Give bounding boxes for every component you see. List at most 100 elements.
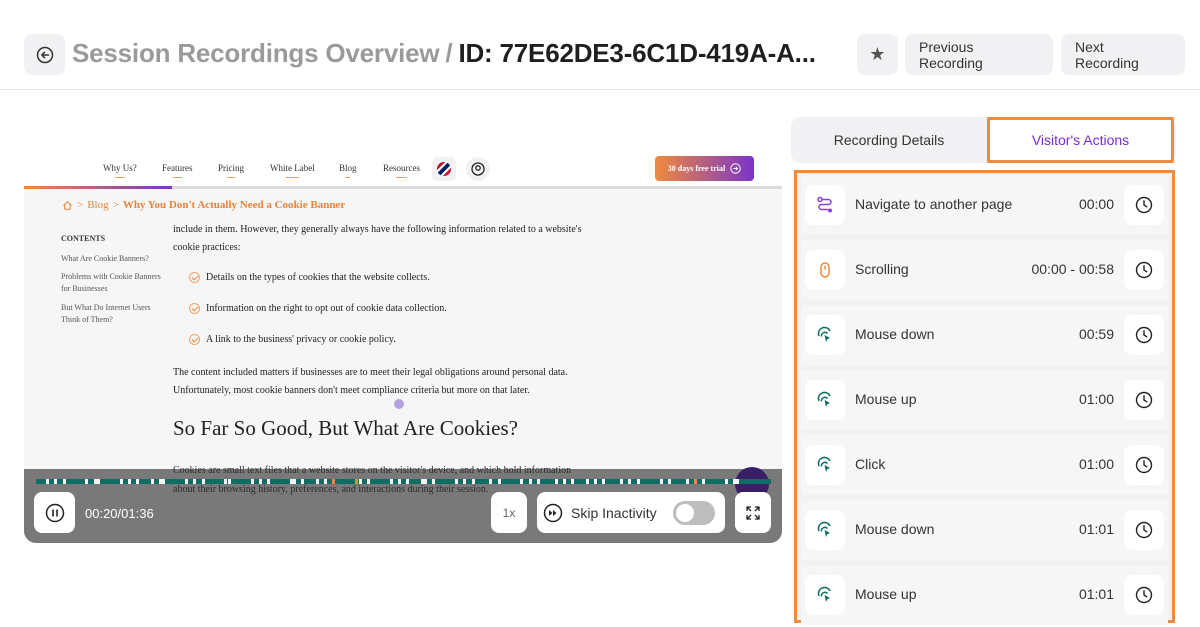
- back-button[interactable]: [24, 34, 65, 75]
- action-item[interactable]: Mouse up 01:01: [801, 565, 1168, 625]
- nav-item-blog[interactable]: Blog: [339, 163, 357, 178]
- action-time: 01:00: [1078, 456, 1114, 472]
- fullscreen-button[interactable]: [735, 492, 771, 533]
- article-intro: include in them. However, they generally…: [173, 224, 582, 253]
- nav-item-pricing[interactable]: Pricing: [218, 163, 244, 178]
- breadcrumb-overview[interactable]: Session Recordings Overview: [72, 38, 440, 68]
- article-bullet: Information on the right to opt out of c…: [189, 303, 447, 314]
- uk-flag-icon: [437, 162, 451, 176]
- article-bullet: Details on the types of cookies that the…: [189, 272, 430, 283]
- check-circle-icon: [189, 334, 200, 345]
- jump-to-time-button[interactable]: [1124, 510, 1164, 550]
- timeline-activity-tick: [151, 479, 154, 484]
- recording-id: ID: 77E62DE3-6C1D-419A-A...: [458, 38, 816, 68]
- clock-icon: [1135, 391, 1153, 409]
- action-item[interactable]: Mouse up 01:00: [801, 370, 1168, 430]
- language-flag-button[interactable]: [432, 157, 456, 181]
- page-title: Session Recordings Overview / ID: 77E62DE3…: [72, 38, 816, 69]
- article-paragraph: The content included matters if business…: [173, 367, 568, 396]
- free-trial-button[interactable]: 30 days free trial: [655, 156, 754, 181]
- action-icon-box: [805, 250, 845, 290]
- recorded-page-content: > Blog > Why You Don't Actually Need a C…: [24, 189, 782, 509]
- action-icon-box: [805, 575, 845, 615]
- timeline-activity-tick: [316, 479, 319, 484]
- timeline-activity-tick: [432, 479, 435, 484]
- timeline-activity-tick: [128, 479, 131, 484]
- playback-time: 00:20/01:36: [85, 506, 154, 521]
- arrow-left-circle-icon: [36, 46, 53, 63]
- action-item[interactable]: Scrolling 00:00 - 00:58: [801, 240, 1168, 300]
- timeline-activity-tick: [136, 479, 139, 484]
- player-controls: Cookies are small text files that a webs…: [24, 465, 782, 543]
- timeline-activity-tick: [725, 479, 728, 484]
- toggle-knob: [676, 504, 694, 522]
- timeline-activity-tick: [455, 479, 458, 484]
- timeline-activity-tick: [628, 479, 631, 484]
- timeline-activity-tick: [97, 479, 100, 484]
- action-name: Scrolling: [855, 261, 909, 277]
- check-circle-icon: [189, 272, 200, 283]
- breadcrumb-blog-link[interactable]: Blog: [87, 199, 108, 211]
- tab-recording-details[interactable]: Recording Details: [791, 117, 987, 163]
- timeline-activity-tick: [472, 479, 475, 484]
- toc-item[interactable]: But What Do Internet Users Think of Them…: [61, 302, 161, 326]
- nav-item-resources[interactable]: Resources: [383, 163, 420, 178]
- action-item[interactable]: Mouse down 01:01: [801, 500, 1168, 560]
- skip-inactivity-toggle[interactable]: [673, 501, 715, 525]
- clock-icon: [1135, 261, 1153, 279]
- timeline-activity-tick: [463, 479, 466, 484]
- skip-inactivity-label: Skip Inactivity: [571, 504, 657, 521]
- nav-item-why-us[interactable]: Why Us?: [103, 163, 137, 178]
- timeline-activity-tick: [489, 479, 492, 484]
- toc-item[interactable]: Problems with Cookie Banners for Busines…: [61, 271, 161, 295]
- breadcrumb-sep-1: >: [77, 199, 84, 211]
- timeline-activity-tick: [202, 479, 205, 484]
- recording-player: Why Us? Features Pricing White Label Blo…: [24, 145, 782, 543]
- action-item[interactable]: Click 01:00: [801, 435, 1168, 495]
- account-button[interactable]: [466, 157, 490, 181]
- timeline-activity-tick: [259, 479, 262, 484]
- article-bullet-text: Information on the right to opt out of c…: [206, 303, 447, 314]
- timeline-activity-tick: [637, 479, 640, 484]
- action-name: Mouse up: [855, 586, 917, 602]
- next-recording-button[interactable]: Next Recording: [1061, 34, 1185, 75]
- action-name: Click: [855, 456, 886, 472]
- nav-item-white-label[interactable]: White Label: [270, 163, 315, 178]
- timeline-activity-tick: [185, 479, 188, 484]
- previous-recording-button[interactable]: Previous Recording: [905, 34, 1053, 75]
- pause-button[interactable]: [34, 492, 75, 533]
- jump-to-time-button[interactable]: [1124, 575, 1164, 615]
- jump-to-time-button[interactable]: [1124, 315, 1164, 355]
- page-header: Session Recordings Overview / ID: 77E62DE3…: [0, 0, 1200, 90]
- article-bullet: A link to the business' privacy or cooki…: [189, 334, 396, 345]
- breadcrumb-current: Why You Don't Actually Need a Cookie Ban…: [122, 199, 346, 211]
- jump-to-time-button[interactable]: [1124, 380, 1164, 420]
- playback-timeline[interactable]: [36, 479, 771, 484]
- timeline-activity-tick: [228, 479, 231, 484]
- panel-tabs: Recording Details Visitor's Actions: [791, 117, 1176, 163]
- action-item[interactable]: Navigate to another page 00:00: [801, 175, 1168, 235]
- tap-icon: [817, 326, 831, 342]
- tab-visitors-actions[interactable]: Visitor's Actions: [987, 117, 1174, 163]
- route-icon: [817, 196, 832, 213]
- timeline-activity-tick: [620, 479, 623, 484]
- nav-item-features[interactable]: Features: [162, 163, 193, 178]
- jump-to-time-button[interactable]: [1124, 185, 1164, 225]
- jump-to-time-button[interactable]: [1124, 250, 1164, 290]
- timeline-activity-tick: [571, 479, 574, 484]
- toc-item[interactable]: What Are Cookie Banners?: [61, 253, 161, 265]
- action-item[interactable]: Mouse down 00:59: [801, 305, 1168, 365]
- playback-speed-button[interactable]: 1x: [491, 492, 527, 533]
- clock-icon: [1135, 456, 1153, 474]
- action-icon-box: [805, 510, 845, 550]
- timeline-activity-tick: [359, 479, 362, 484]
- timeline-activity-tick: [367, 479, 370, 484]
- timeline-activity-tick: [668, 479, 671, 484]
- tap-icon: [817, 586, 831, 602]
- timeline-activity-tick: [324, 479, 327, 484]
- favorite-button[interactable]: ★: [857, 34, 898, 75]
- jump-to-time-button[interactable]: [1124, 445, 1164, 485]
- action-icon-box: [805, 445, 845, 485]
- action-name: Mouse down: [855, 326, 935, 342]
- tap-icon: [817, 391, 831, 407]
